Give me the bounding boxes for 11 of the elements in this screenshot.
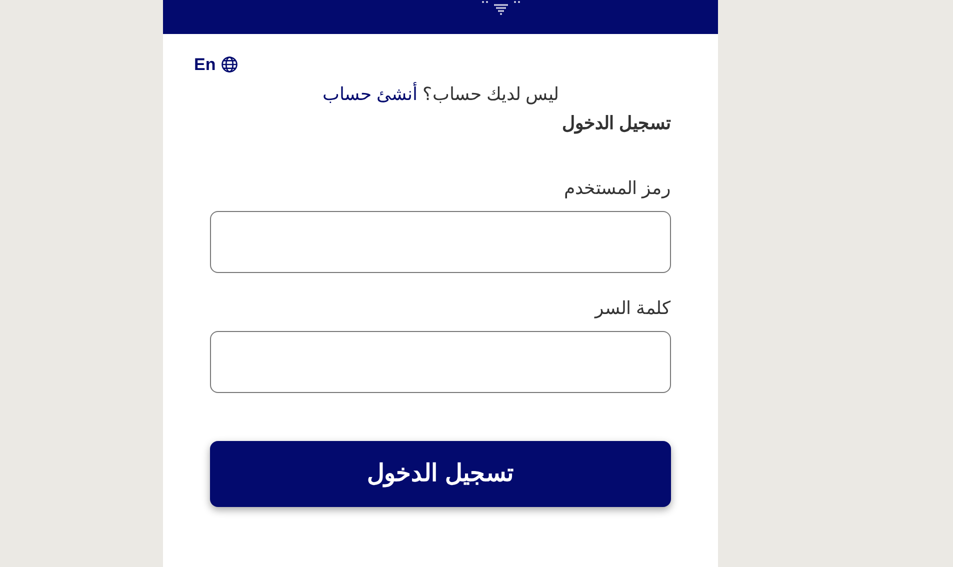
field-label: رمز المستخدم bbox=[564, 176, 671, 200]
language-toggle[interactable]: En bbox=[194, 52, 238, 78]
logo-icon bbox=[480, 0, 522, 16]
create-account-link[interactable]: أنشئ حساب bbox=[322, 84, 418, 104]
signup-prompt: ليس لديك حساب؟ أنشئ حساب bbox=[322, 81, 559, 106]
login-button[interactable]: تسجيل الدخول bbox=[210, 440, 671, 506]
globe-icon bbox=[220, 56, 238, 74]
login-heading: تسجيل الدخول bbox=[562, 112, 671, 136]
input-field[interactable] bbox=[210, 210, 671, 272]
input-field[interactable] bbox=[210, 330, 671, 392]
field-label: كلمة السر bbox=[594, 296, 671, 320]
